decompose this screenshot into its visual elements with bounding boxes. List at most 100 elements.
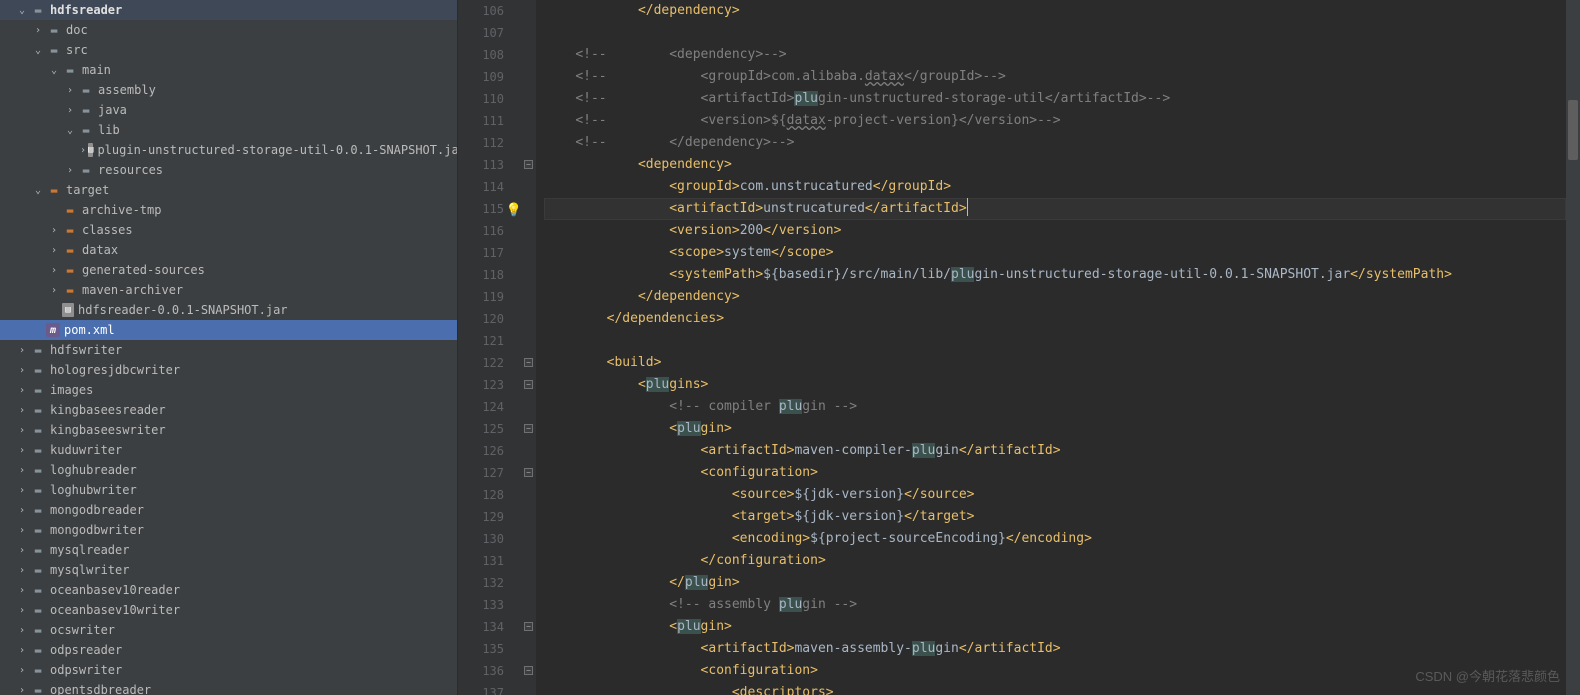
tree-item[interactable]: ›▬classes <box>0 220 457 240</box>
code-line[interactable]: </dependency> <box>544 286 1566 308</box>
tree-item[interactable]: ▬archive-tmp <box>0 200 457 220</box>
project-tree-sidebar[interactable]: ⌄▬hdfsreader›▬doc⌄▬src⌄▬main›▬assembly›▬… <box>0 0 458 695</box>
tree-item[interactable]: ›▬doc <box>0 20 457 40</box>
tree-item[interactable]: ›▬oceanbasev10writer <box>0 600 457 620</box>
expand-arrow-icon[interactable]: › <box>16 505 28 516</box>
expand-arrow-icon[interactable]: › <box>16 645 28 656</box>
expand-arrow-icon[interactable]: › <box>16 385 28 396</box>
tree-item[interactable]: mpom.xml <box>0 320 457 340</box>
fold-toggle-icon[interactable]: − <box>524 358 533 367</box>
code-line[interactable]: <!-- </dependency>--> <box>544 132 1566 154</box>
expand-arrow-icon[interactable]: ⌄ <box>32 185 44 196</box>
code-line[interactable]: <target>${jdk-version}</target> <box>544 506 1566 528</box>
expand-arrow-icon[interactable]: › <box>16 545 28 556</box>
code-line[interactable]: <configuration> <box>544 660 1566 682</box>
tree-item[interactable]: ›▬resources <box>0 160 457 180</box>
expand-arrow-icon[interactable]: › <box>48 245 60 256</box>
expand-arrow-icon[interactable]: ⌄ <box>48 65 60 76</box>
expand-arrow-icon[interactable]: › <box>16 605 28 616</box>
tree-item[interactable]: ›▬java <box>0 100 457 120</box>
expand-arrow-icon[interactable]: › <box>64 105 76 116</box>
tree-item[interactable]: ›▬odpsreader <box>0 640 457 660</box>
tree-item[interactable]: ⌄▬src <box>0 40 457 60</box>
expand-arrow-icon[interactable]: › <box>16 685 28 695</box>
code-line[interactable]: <groupId>com.unstrucatured</groupId> <box>544 176 1566 198</box>
expand-arrow-icon[interactable]: › <box>80 145 86 156</box>
code-line[interactable]: <source>${jdk-version}</source> <box>544 484 1566 506</box>
code-line[interactable]: <dependency> <box>544 154 1566 176</box>
expand-arrow-icon[interactable]: › <box>16 445 28 456</box>
code-line[interactable]: <artifactId>maven-assembly-plugin</artif… <box>544 638 1566 660</box>
code-line[interactable]: <configuration> <box>544 462 1566 484</box>
tree-item[interactable]: ›▬maven-archiver <box>0 280 457 300</box>
tree-item[interactable]: ›▬loghubreader <box>0 460 457 480</box>
expand-arrow-icon[interactable]: › <box>16 405 28 416</box>
expand-arrow-icon[interactable]: › <box>16 465 28 476</box>
expand-arrow-icon[interactable]: ⌄ <box>32 45 44 56</box>
expand-arrow-icon[interactable]: › <box>32 25 44 36</box>
tree-item[interactable]: ›▬generated-sources <box>0 260 457 280</box>
expand-arrow-icon[interactable]: › <box>16 345 28 356</box>
expand-arrow-icon[interactable]: › <box>64 85 76 96</box>
expand-arrow-icon[interactable]: › <box>16 585 28 596</box>
fold-toggle-icon[interactable]: − <box>524 622 533 631</box>
expand-arrow-icon[interactable]: › <box>16 425 28 436</box>
tree-item[interactable]: ›▬ocswriter <box>0 620 457 640</box>
tree-item[interactable]: ›▬mysqlwriter <box>0 560 457 580</box>
tree-item[interactable]: ›▤plugin-unstructured-storage-util-0.0.1… <box>0 140 457 160</box>
expand-arrow-icon[interactable]: › <box>16 665 28 676</box>
expand-arrow-icon[interactable]: › <box>48 285 60 296</box>
tree-item[interactable]: ›▬mysqlreader <box>0 540 457 560</box>
expand-arrow-icon[interactable]: › <box>48 225 60 236</box>
expand-arrow-icon[interactable]: ⌄ <box>16 5 28 16</box>
code-line[interactable]: <descriptors> <box>544 682 1566 695</box>
code-line[interactable]: </configuration> <box>544 550 1566 572</box>
tree-item[interactable]: ›▬images <box>0 380 457 400</box>
expand-arrow-icon[interactable]: › <box>48 265 60 276</box>
code-line[interactable]: <scope>system</scope> <box>544 242 1566 264</box>
fold-toggle-icon[interactable]: − <box>524 380 533 389</box>
expand-arrow-icon[interactable]: ⌄ <box>64 125 76 136</box>
tree-item[interactable]: ›▬oceanbasev10reader <box>0 580 457 600</box>
tree-item[interactable]: ▤hdfsreader-0.0.1-SNAPSHOT.jar <box>0 300 457 320</box>
code-line[interactable]: <!-- compiler plugin --> <box>544 396 1566 418</box>
code-line[interactable]: <systemPath>${basedir}/src/main/lib/plug… <box>544 264 1566 286</box>
tree-item[interactable]: ›▬hologresjdbcwriter <box>0 360 457 380</box>
code-line[interactable]: <build> <box>544 352 1566 374</box>
tree-item[interactable]: ›▬loghubwriter <box>0 480 457 500</box>
tree-item[interactable]: ›▬kingbaseeswriter <box>0 420 457 440</box>
tree-item[interactable]: ›▬assembly <box>0 80 457 100</box>
code-line[interactable]: <!-- <dependency>--> <box>544 44 1566 66</box>
code-line[interactable]: <artifactId>maven-compiler-plugin</artif… <box>544 440 1566 462</box>
tree-item[interactable]: ›▬datax <box>0 240 457 260</box>
fold-toggle-icon[interactable]: − <box>524 666 533 675</box>
code-line[interactable]: <!-- assembly plugin --> <box>544 594 1566 616</box>
tree-item[interactable]: ⌄▬hdfsreader <box>0 0 457 20</box>
fold-gutter[interactable]: − − − − − − − <box>522 0 536 695</box>
code-line[interactable]: </plugin> <box>544 572 1566 594</box>
scrollbar-thumb[interactable] <box>1568 100 1578 160</box>
editor-scrollbar[interactable] <box>1566 0 1580 695</box>
expand-arrow-icon[interactable]: › <box>16 485 28 496</box>
expand-arrow-icon[interactable]: › <box>16 565 28 576</box>
code-line[interactable]: <!-- <version>${datax-project-version}</… <box>544 110 1566 132</box>
code-line[interactable]: <!-- <artifactId>plugin-unstructured-sto… <box>544 88 1566 110</box>
code-line[interactable]: <!-- <groupId>com.alibaba.datax</groupId… <box>544 66 1566 88</box>
code-editor[interactable]: 106107108109110111112113114115💡116117118… <box>458 0 1580 695</box>
fold-toggle-icon[interactable]: − <box>524 160 533 169</box>
tree-item[interactable]: ›▬mongodbreader <box>0 500 457 520</box>
fold-toggle-icon[interactable]: − <box>524 424 533 433</box>
expand-arrow-icon[interactable]: › <box>64 165 76 176</box>
tree-item[interactable]: ›▬odpswriter <box>0 660 457 680</box>
expand-arrow-icon[interactable]: › <box>16 625 28 636</box>
code-line[interactable]: </dependencies> <box>544 308 1566 330</box>
tree-item[interactable]: ›▬opentsdbreader <box>0 680 457 695</box>
code-line[interactable]: <artifactId>unstrucatured</artifactId> <box>544 198 1566 220</box>
code-line[interactable] <box>544 330 1566 352</box>
fold-toggle-icon[interactable]: − <box>524 468 533 477</box>
code-line[interactable]: </dependency> <box>544 0 1566 22</box>
tree-item[interactable]: ⌄▬lib <box>0 120 457 140</box>
code-line[interactable]: <plugin> <box>544 616 1566 638</box>
code-line[interactable]: <plugin> <box>544 418 1566 440</box>
tree-item[interactable]: ›▬mongodbwriter <box>0 520 457 540</box>
